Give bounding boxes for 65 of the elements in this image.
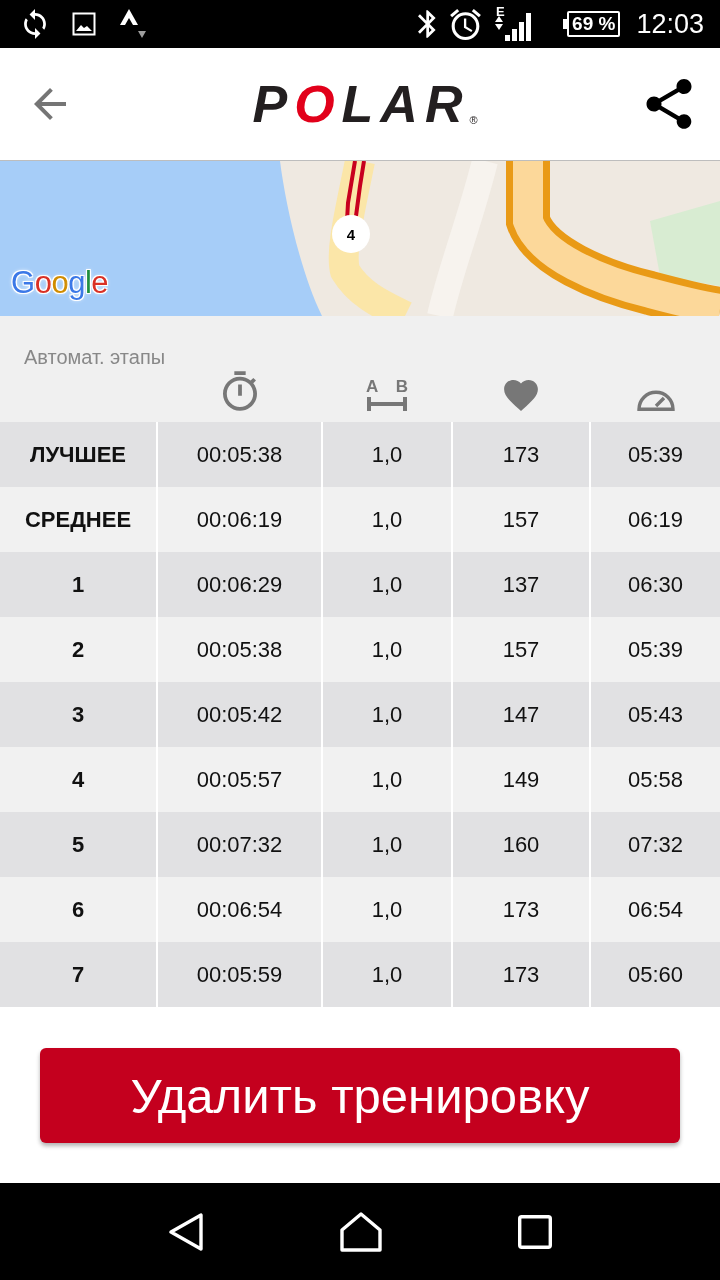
table-cell: 147 <box>453 682 589 747</box>
row-label: 2 <box>0 617 156 682</box>
table-cell: 00:07:32 <box>158 812 321 877</box>
table-cell: 157 <box>453 487 589 552</box>
table-cell: 173 <box>453 422 589 487</box>
share-icon <box>646 79 692 129</box>
table-cell: 160 <box>453 812 589 877</box>
table-cell: 06:30 <box>591 552 720 617</box>
battery-indicator: 69 % <box>563 11 621 37</box>
sync-icon <box>22 9 48 39</box>
image-icon <box>72 12 96 36</box>
table-cell: 149 <box>453 747 589 812</box>
table-cell: 157 <box>453 617 589 682</box>
alarm-icon <box>450 8 482 40</box>
row-label: СРЕДНЕЕ <box>0 487 156 552</box>
table-cell: 05:43 <box>591 682 720 747</box>
table-cell: 1,0 <box>323 682 451 747</box>
table-cell: 05:39 <box>591 422 720 487</box>
back-triangle-icon <box>168 1212 204 1251</box>
table-cell: 1,0 <box>323 487 451 552</box>
peaks-icon <box>120 9 146 39</box>
delete-workout-button[interactable]: Удалить тренировку <box>40 1048 680 1143</box>
table-cell: 05:60 <box>591 942 720 1007</box>
table-cell: 06:19 <box>591 487 720 552</box>
table-cell: 00:05:57 <box>158 747 321 812</box>
table-cell: 06:54 <box>591 877 720 942</box>
logo-text: POLAR <box>252 78 470 130</box>
row-label: 4 <box>0 747 156 812</box>
table-cell: 05:58 <box>591 747 720 812</box>
row-label: 7 <box>0 942 156 1007</box>
section-title: Автомат. этапы <box>23 345 167 369</box>
registered-mark: ® <box>469 114 478 126</box>
table-cell: 00:06:29 <box>158 552 321 617</box>
recents-square-icon <box>518 1214 552 1249</box>
map-attribution: Google <box>11 265 108 301</box>
row-label: 5 <box>0 812 156 877</box>
table-cell: 1,0 <box>323 942 451 1007</box>
table-cell: 1,0 <box>323 422 451 487</box>
table-cell: 00:06:19 <box>158 487 321 552</box>
table-cell: 173 <box>453 877 589 942</box>
table-cell: 173 <box>453 942 589 1007</box>
table-cell: 05:39 <box>591 617 720 682</box>
row-label: 6 <box>0 877 156 942</box>
clock: 12:03 <box>636 8 704 40</box>
table-cell: 1,0 <box>323 877 451 942</box>
row-label: 3 <box>0 682 156 747</box>
home-icon <box>340 1211 382 1252</box>
row-label: ЛУЧШЕЕ <box>0 422 156 487</box>
bluetooth-icon <box>418 10 437 38</box>
back-arrow-icon <box>34 88 66 120</box>
table-cell: 00:06:54 <box>158 877 321 942</box>
table-cell: 1,0 <box>323 747 451 812</box>
stopwatch-icon <box>222 371 257 411</box>
table-cell: 07:32 <box>591 812 720 877</box>
table-cell: 00:05:38 <box>158 422 321 487</box>
table-cell: 1,0 <box>323 812 451 877</box>
network-type: E <box>496 5 505 18</box>
table-cell: 00:05:42 <box>158 682 321 747</box>
row-label: 1 <box>0 552 156 617</box>
table-cell: 1,0 <box>323 552 451 617</box>
table-cell: 137 <box>453 552 589 617</box>
table-cell: 00:05:59 <box>158 942 321 1007</box>
table-cell: 1,0 <box>323 617 451 682</box>
heart-icon <box>504 380 538 411</box>
table-cell: 00:05:38 <box>158 617 321 682</box>
